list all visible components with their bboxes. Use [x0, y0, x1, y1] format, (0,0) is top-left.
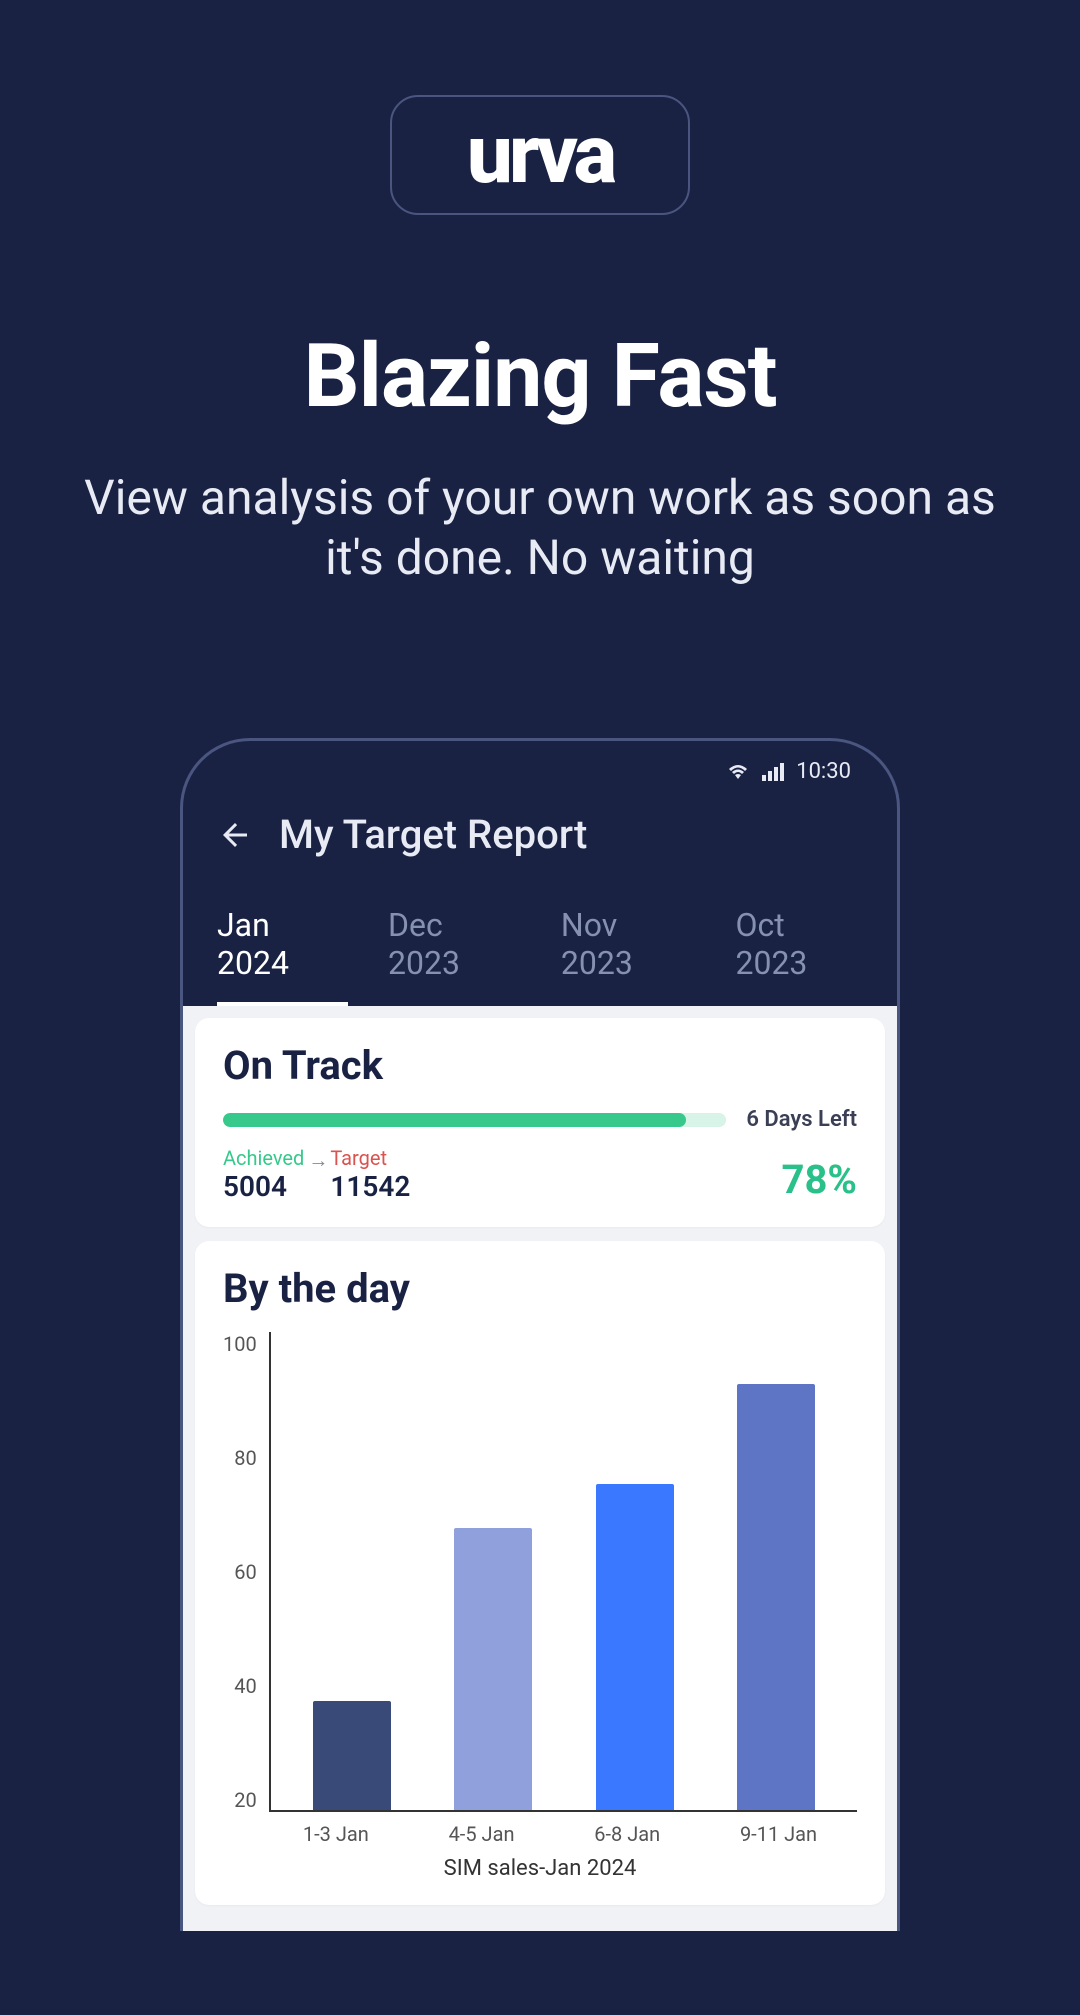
chart-bar	[454, 1528, 532, 1810]
tab-dec-2023[interactable]: Dec 2023	[388, 906, 521, 1006]
y-tick: 60	[234, 1560, 256, 1584]
by-day-chart-card: By the day 100 80 60 40 20 1-3 Jan 4-5 Jan 6-8…	[195, 1241, 885, 1905]
chart-x-axis: 1-3 Jan 4-5 Jan 6-8 Jan 9-11 Jan	[223, 1812, 857, 1846]
chart-title: By the day	[223, 1265, 857, 1312]
on-track-title: On Track	[223, 1042, 857, 1089]
app-header: My Target Report	[183, 801, 897, 876]
chart-y-axis: 100 80 60 40 20	[223, 1332, 269, 1812]
percent-label: 78%	[782, 1156, 857, 1203]
achieved-value: 5004	[223, 1170, 304, 1203]
y-tick: 20	[234, 1788, 256, 1812]
target-metric: Target 11542	[330, 1146, 410, 1203]
signal-icon	[762, 761, 784, 781]
progress-fill	[223, 1113, 686, 1127]
chart-bar	[737, 1384, 815, 1810]
tab-nov-2023[interactable]: Nov 2023	[561, 906, 696, 1006]
brand-logo: urva	[390, 95, 690, 215]
arrow-icon: →	[308, 1146, 328, 1173]
y-tick: 80	[234, 1446, 256, 1470]
target-label: Target	[330, 1146, 410, 1170]
screen-title: My Target Report	[279, 811, 587, 858]
wifi-icon	[726, 761, 750, 781]
achieved-label: Achieved	[223, 1146, 304, 1170]
y-tick: 100	[223, 1332, 257, 1356]
status-time: 10:30	[796, 759, 851, 784]
brand-wordmark: urva	[467, 114, 613, 196]
y-tick: 40	[234, 1674, 256, 1698]
x-tick: 1-3 Jan	[303, 1822, 369, 1846]
status-bar: 10:30	[183, 741, 897, 801]
screen-body: On Track 6 Days Left Achieved 5004 → Tar…	[183, 1006, 897, 1931]
x-tick: 4-5 Jan	[449, 1822, 515, 1846]
tab-oct-2023[interactable]: Oct 2023	[735, 906, 863, 1006]
on-track-card: On Track 6 Days Left Achieved 5004 → Tar…	[195, 1018, 885, 1227]
x-tick: 6-8 Jan	[594, 1822, 660, 1846]
chart-bar	[596, 1484, 674, 1810]
days-left-label: 6 Days Left	[746, 1107, 857, 1132]
target-value: 11542	[330, 1170, 410, 1203]
chart-plot	[269, 1332, 857, 1812]
phone-mockup: 10:30 My Target Report Jan 2024 Dec 2023…	[180, 738, 900, 1931]
month-tabs: Jan 2024 Dec 2023 Nov 2023 Oct 2023	[183, 876, 897, 1006]
chart-x-label: SIM sales-Jan 2024	[223, 1856, 857, 1881]
progress-bar	[223, 1113, 726, 1127]
achieved-metric: Achieved 5004	[223, 1146, 304, 1203]
page-subhead: View analysis of your own work as soon a…	[70, 468, 1010, 588]
tab-jan-2024[interactable]: Jan 2024	[217, 906, 348, 1006]
chart-bar	[313, 1701, 391, 1810]
page-headline: Blazing Fast	[0, 325, 1080, 428]
back-icon[interactable]	[217, 817, 253, 853]
x-tick: 9-11 Jan	[740, 1822, 817, 1846]
